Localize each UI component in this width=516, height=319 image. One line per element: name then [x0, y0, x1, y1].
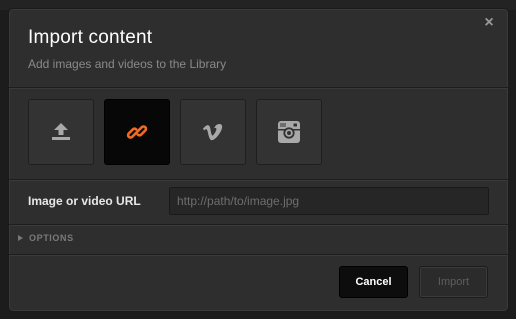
source-link-button[interactable]	[104, 99, 170, 165]
url-input[interactable]	[169, 187, 489, 215]
dialog-title: Import content	[28, 27, 153, 48]
source-instagram-button[interactable]	[256, 99, 322, 165]
divider	[9, 254, 508, 255]
divider	[9, 224, 508, 225]
source-selector	[28, 99, 322, 165]
cancel-button[interactable]: Cancel	[339, 266, 408, 298]
source-upload-button[interactable]	[28, 99, 94, 165]
close-button[interactable]: ×	[482, 15, 496, 31]
instagram-icon	[278, 121, 300, 143]
source-vimeo-button[interactable]	[180, 99, 246, 165]
import-content-dialog: × Import content Add images and videos t…	[8, 8, 509, 312]
caret-right-icon	[18, 235, 23, 241]
import-button[interactable]: Import	[419, 266, 488, 298]
upload-icon	[52, 123, 70, 140]
url-field-label: Image or video URL	[28, 194, 141, 208]
divider	[9, 179, 508, 180]
options-toggle[interactable]: OPTIONS	[18, 233, 74, 243]
link-icon	[126, 125, 148, 139]
options-label: OPTIONS	[29, 233, 74, 243]
dialog-subtitle: Add images and videos to the Library	[28, 57, 227, 71]
divider	[9, 87, 508, 88]
vimeo-icon	[203, 123, 223, 141]
